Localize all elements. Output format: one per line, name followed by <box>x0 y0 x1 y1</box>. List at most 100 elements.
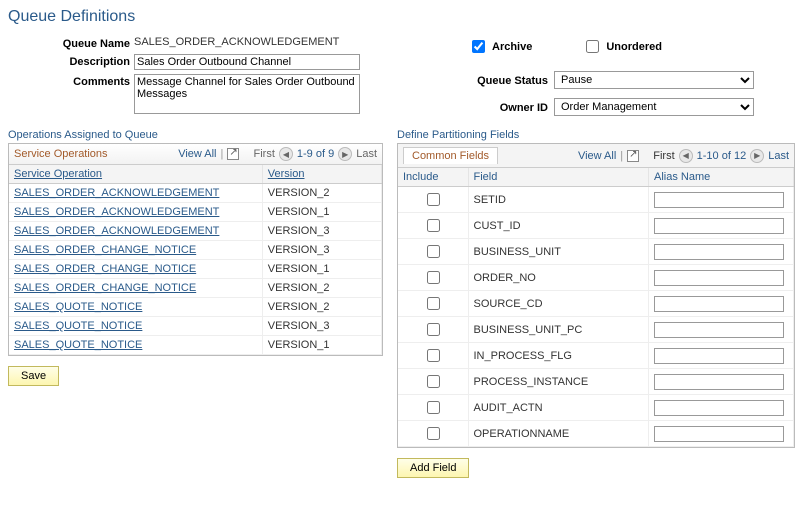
part-range: 1-10 of 12 <box>697 150 747 162</box>
include-checkbox[interactable] <box>427 401 440 414</box>
unordered-text: Unordered <box>606 41 662 53</box>
page-title: Queue Definitions <box>8 8 795 26</box>
service-operation-link[interactable]: SALES_ORDER_CHANGE_NOTICE <box>14 282 196 294</box>
alias-input[interactable] <box>654 296 784 312</box>
ops-popout-icon[interactable] <box>227 148 239 160</box>
version-cell: VERSION_3 <box>262 317 381 336</box>
version-cell: VERSION_3 <box>262 222 381 241</box>
table-row: OPERATIONNAME <box>398 421 794 447</box>
common-fields-tab[interactable]: Common Fields <box>403 147 498 164</box>
part-prev-icon[interactable]: ◀ <box>679 149 693 163</box>
part-first-label: First <box>653 150 674 162</box>
alias-input[interactable] <box>654 218 784 234</box>
service-operation-link[interactable]: SALES_QUOTE_NOTICE <box>14 339 142 351</box>
table-row: IN_PROCESS_FLG <box>398 343 794 369</box>
field-name-cell: IN_PROCESS_FLG <box>468 343 649 369</box>
ops-col-service-operation[interactable]: Service Operation <box>14 168 102 180</box>
version-cell: VERSION_1 <box>262 260 381 279</box>
ops-col-version[interactable]: Version <box>268 168 305 180</box>
version-cell: VERSION_1 <box>262 336 381 355</box>
alias-input[interactable] <box>654 192 784 208</box>
field-name-cell: CUST_ID <box>468 213 649 239</box>
description-input[interactable] <box>134 54 360 70</box>
field-name-cell: OPERATIONNAME <box>468 421 649 447</box>
version-cell: VERSION_2 <box>262 184 381 203</box>
description-label: Description <box>8 54 130 68</box>
version-cell: VERSION_2 <box>262 298 381 317</box>
archive-checkbox-label[interactable]: Archive <box>468 37 532 56</box>
part-col-include: Include <box>398 168 468 187</box>
table-row: SALES_ORDER_ACKNOWLEDGEMENT VERSION_2 <box>9 184 382 203</box>
table-row: BUSINESS_UNIT <box>398 239 794 265</box>
unordered-checkbox[interactable] <box>586 40 599 53</box>
comments-label: Comments <box>8 74 130 88</box>
alias-input[interactable] <box>654 426 784 442</box>
table-row: SALES_ORDER_CHANGE_NOTICEVERSION_3 <box>9 241 382 260</box>
include-checkbox[interactable] <box>427 219 440 232</box>
comments-input[interactable] <box>134 74 360 114</box>
service-operation-link[interactable]: SALES_ORDER_ACKNOWLEDGEMENT <box>14 187 219 199</box>
ops-view-all-link[interactable]: View All <box>178 148 216 160</box>
table-row: SALES_QUOTE_NOTICE VERSION_3 <box>9 317 382 336</box>
include-checkbox[interactable] <box>427 375 440 388</box>
table-row: PROCESS_INSTANCE <box>398 369 794 395</box>
part-col-field: Field <box>468 168 649 187</box>
queue-name-label: Queue Name <box>8 36 130 50</box>
archive-checkbox[interactable] <box>472 40 485 53</box>
table-row: SALES_ORDER_CHANGE_NOTICE VERSION_1 <box>9 260 382 279</box>
ops-first-label: First <box>254 148 275 160</box>
queue-status-select[interactable]: Pause <box>554 71 754 89</box>
part-popout-icon[interactable] <box>627 150 639 162</box>
service-operation-link[interactable]: SALES_ORDER_ACKNOWLEDGEMENT <box>14 206 219 218</box>
alias-input[interactable] <box>654 270 784 286</box>
alias-input[interactable] <box>654 400 784 416</box>
part-section-title: Define Partitioning Fields <box>397 129 795 141</box>
field-name-cell: SETID <box>468 187 649 213</box>
service-operation-link[interactable]: SALES_ORDER_CHANGE_NOTICE <box>14 263 196 275</box>
archive-text: Archive <box>492 41 532 53</box>
include-checkbox[interactable] <box>427 297 440 310</box>
table-row: SALES_ORDER_ACKNOWLEDGEMENT VERSION_1 <box>9 203 382 222</box>
alias-input[interactable] <box>654 374 784 390</box>
unordered-checkbox-label[interactable]: Unordered <box>582 37 662 56</box>
service-operation-link[interactable]: SALES_ORDER_CHANGE_NOTICE <box>14 244 196 256</box>
service-operation-link[interactable]: SALES_QUOTE_NOTICE <box>14 301 142 313</box>
include-checkbox[interactable] <box>427 245 440 258</box>
queue-name-value: SALES_ORDER_ACKNOWLEDGEMENT <box>134 36 398 48</box>
field-name-cell: ORDER_NO <box>468 265 649 291</box>
owner-id-select[interactable]: Order Management <box>554 98 754 116</box>
alias-input[interactable] <box>654 322 784 338</box>
include-checkbox[interactable] <box>427 349 440 362</box>
field-name-cell: BUSINESS_UNIT_PC <box>468 317 649 343</box>
ops-range: 1-9 of 9 <box>297 148 334 160</box>
part-col-alias: Alias Name <box>649 168 794 187</box>
version-cell: VERSION_1 <box>262 203 381 222</box>
save-button[interactable]: Save <box>8 366 59 386</box>
alias-input[interactable] <box>654 244 784 260</box>
service-operation-link[interactable]: SALES_ORDER_ACKNOWLEDGEMENT <box>14 225 219 237</box>
ops-last-label: Last <box>356 148 377 160</box>
table-row: CUST_ID <box>398 213 794 239</box>
table-row: SALES_ORDER_CHANGE_NOTICEVERSION_2 <box>9 279 382 298</box>
field-name-cell: BUSINESS_UNIT <box>468 239 649 265</box>
field-name-cell: PROCESS_INSTANCE <box>468 369 649 395</box>
service-operation-link[interactable]: SALES_QUOTE_NOTICE <box>14 320 142 332</box>
part-view-all-link[interactable]: View All <box>578 150 616 162</box>
part-next-icon[interactable]: ▶ <box>750 149 764 163</box>
owner-id-label: Owner ID <box>428 100 548 114</box>
queue-status-label: Queue Status <box>428 73 548 87</box>
include-checkbox[interactable] <box>427 193 440 206</box>
add-field-button[interactable]: Add Field <box>397 458 469 478</box>
table-row: SOURCE_CD <box>398 291 794 317</box>
include-checkbox[interactable] <box>427 323 440 336</box>
ops-next-icon[interactable]: ▶ <box>338 147 352 161</box>
ops-prev-icon[interactable]: ◀ <box>279 147 293 161</box>
part-last-label: Last <box>768 150 789 162</box>
include-checkbox[interactable] <box>427 271 440 284</box>
ops-section-title: Operations Assigned to Queue <box>8 129 383 141</box>
field-name-cell: AUDIT_ACTN <box>468 395 649 421</box>
table-row: SALES_QUOTE_NOTICE VERSION_2 <box>9 298 382 317</box>
alias-input[interactable] <box>654 348 784 364</box>
include-checkbox[interactable] <box>427 427 440 440</box>
table-row: BUSINESS_UNIT_PC <box>398 317 794 343</box>
